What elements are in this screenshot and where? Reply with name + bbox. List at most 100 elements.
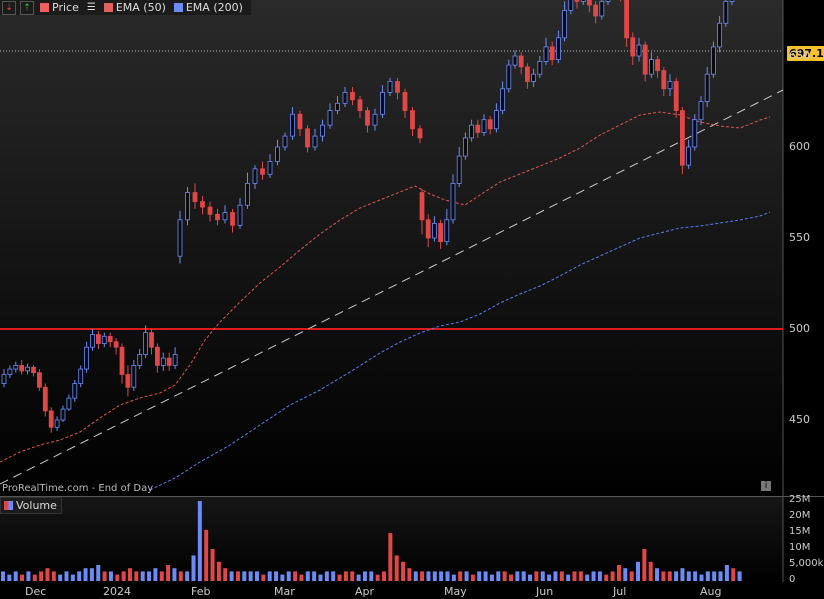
volume-bar xyxy=(26,571,31,581)
volume-bar xyxy=(274,571,279,581)
volume-bar xyxy=(356,574,361,581)
candle-body xyxy=(419,192,425,221)
legend-list[interactable]: ☰ xyxy=(87,2,96,13)
volume-bar xyxy=(153,568,158,581)
legend-ema50[interactable]: EMA (50) xyxy=(103,1,166,14)
volume-bar xyxy=(204,529,209,581)
volume-bar xyxy=(185,571,190,581)
candle-body xyxy=(462,137,468,157)
volume-tick-label: 25M xyxy=(789,494,811,505)
candle-body xyxy=(506,64,512,90)
volume-bar xyxy=(13,571,18,581)
collapse-down-icon[interactable]: ⇣ xyxy=(2,0,16,15)
x-tick-label: Apr xyxy=(355,585,375,598)
candle-body xyxy=(297,113,303,130)
volume-tick-label: 15M xyxy=(789,526,811,537)
y-tick-label: 450 xyxy=(789,413,810,426)
volume-bar xyxy=(147,571,152,581)
candle-body xyxy=(357,99,363,112)
candle-body xyxy=(562,10,567,39)
volume-bar xyxy=(502,571,507,581)
candle-body xyxy=(574,0,580,2)
volume-bar xyxy=(293,571,298,581)
volume-bar xyxy=(724,565,729,581)
candle-body xyxy=(723,0,729,24)
candle-body xyxy=(237,204,243,226)
volume-bar xyxy=(426,571,431,581)
candle-body xyxy=(636,44,642,57)
candle-body xyxy=(7,368,13,375)
candle-body xyxy=(661,70,667,90)
candle-body xyxy=(402,92,408,112)
candle-body xyxy=(252,168,258,184)
volume-bar xyxy=(591,571,596,581)
candle-body xyxy=(107,335,113,343)
volume-bar xyxy=(616,565,621,581)
volume-bar xyxy=(134,571,139,581)
volume-bar xyxy=(337,574,342,581)
candle-body xyxy=(1,374,7,385)
candle-body xyxy=(166,357,172,366)
volume-bar xyxy=(248,571,253,581)
volume-bar xyxy=(267,571,272,581)
volume-bar xyxy=(178,571,183,581)
candle-body xyxy=(149,332,154,348)
candle-body xyxy=(680,110,685,166)
volume-bar xyxy=(388,533,393,581)
volume-bar xyxy=(216,561,221,581)
candle-body xyxy=(667,81,673,90)
volume-bar xyxy=(58,574,63,581)
volume-legend[interactable]: Volume xyxy=(0,497,62,514)
legend-ema200-label: EMA (200) xyxy=(185,1,243,14)
volume-bar xyxy=(394,555,399,581)
volume-bar xyxy=(528,574,533,581)
volume-bar xyxy=(45,568,50,581)
candle-body xyxy=(290,113,295,137)
candle-body xyxy=(587,0,592,6)
volume-bar xyxy=(121,571,126,581)
y-tick-label: 600 xyxy=(789,140,810,153)
candle-body xyxy=(487,119,493,130)
volume-bar xyxy=(655,568,660,581)
candle-body xyxy=(125,374,131,388)
volume-bar xyxy=(210,549,215,581)
candle-body xyxy=(655,59,660,71)
volume-tick-label: 0 xyxy=(789,574,796,585)
volume-bar xyxy=(686,571,691,581)
volume-bar xyxy=(350,571,355,581)
x-tick-label: Feb xyxy=(191,585,211,598)
volume-bar xyxy=(705,571,710,581)
volume-bar xyxy=(382,571,386,581)
candle-body xyxy=(543,46,549,62)
volume-bar xyxy=(642,549,647,581)
volume-bar xyxy=(229,571,234,581)
volume-bar xyxy=(648,561,653,581)
expand-up-icon[interactable]: ⇡ xyxy=(20,0,34,15)
candle-body xyxy=(60,408,66,421)
candle-body xyxy=(525,66,530,82)
volume-bar xyxy=(470,574,475,581)
candle-body xyxy=(624,0,629,39)
volume-bar xyxy=(420,571,425,581)
volume-bar xyxy=(362,571,367,581)
volume-bar xyxy=(102,571,107,581)
legend-ema200[interactable]: EMA (200) xyxy=(173,1,243,14)
volume-bar xyxy=(369,571,374,581)
volume-bar xyxy=(140,571,145,581)
candle-body xyxy=(599,0,605,17)
candle-body xyxy=(42,386,48,412)
candle-body xyxy=(48,410,54,428)
volume-bar xyxy=(578,571,583,581)
volume-bar xyxy=(1,571,5,581)
candle-body xyxy=(649,59,654,75)
volume-bar xyxy=(661,571,666,581)
volume-bar xyxy=(534,571,539,581)
candle-body xyxy=(119,346,125,375)
candle-body xyxy=(387,81,393,93)
info-icon[interactable]: i xyxy=(761,481,771,491)
volume-bar xyxy=(235,571,240,581)
volume-bar xyxy=(32,574,37,581)
volume-bar xyxy=(299,574,304,581)
legend-price[interactable]: Price xyxy=(40,1,79,14)
candle-body xyxy=(438,223,444,243)
